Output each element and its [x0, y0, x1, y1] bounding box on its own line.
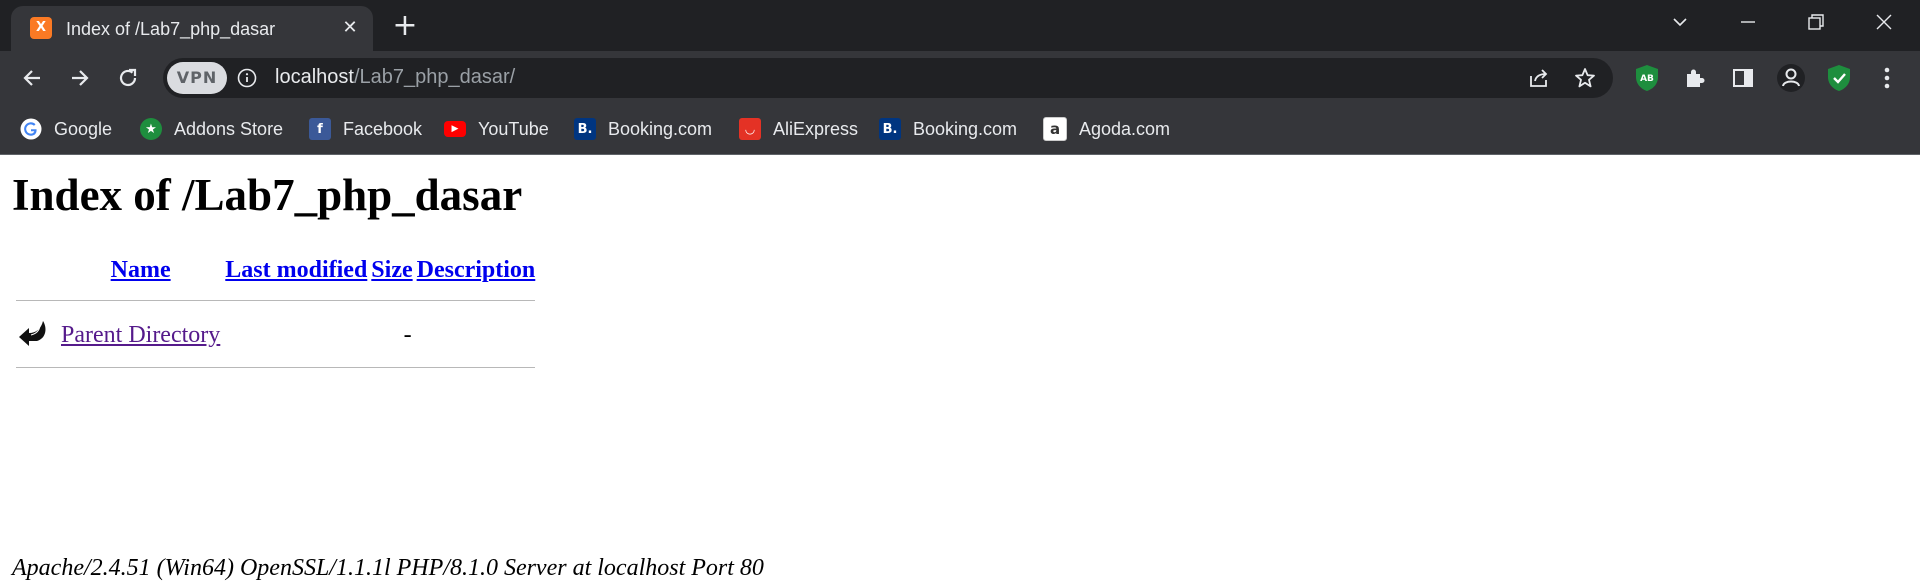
tab-search-icon[interactable] [1652, 0, 1708, 44]
browser-tab[interactable]: X Index of /Lab7_php_dasar ✕ [11, 6, 373, 51]
table-row: Parent Directory - [16, 313, 535, 355]
bookmarks-bar: Google ★ Addons Store f Facebook ▶ YouTu… [0, 104, 1920, 155]
name-column-header: Name [60, 257, 221, 284]
tab-title: Index of /Lab7_php_dasar [66, 19, 276, 39]
row-last-modified-cell [225, 313, 367, 355]
bookmark-aliexpress[interactable]: ◡ AliExpress [739, 114, 858, 144]
bookmark-label: Agoda.com [1079, 118, 1171, 139]
side-panel-icon[interactable] [1726, 61, 1760, 95]
row-icon-cell [16, 313, 56, 355]
close-window-icon[interactable] [1856, 0, 1912, 44]
vpn-button[interactable]: VPN [167, 62, 227, 94]
sort-by-size-link[interactable]: Size [371, 257, 412, 283]
bookmark-label: YouTube [478, 118, 549, 139]
minimize-icon[interactable] [1720, 0, 1776, 44]
last-modified-column-header: Last modified [225, 257, 367, 284]
url-host: localhost [275, 66, 354, 88]
back-arrow-icon [17, 321, 49, 353]
sort-by-description-link[interactable]: Description [417, 257, 536, 283]
close-tab-icon[interactable]: ✕ [337, 15, 363, 41]
address-bar[interactable]: VPN localhost/Lab7_php_dasar/ [163, 58, 1613, 98]
description-column-header: Description [417, 257, 536, 284]
google-icon [20, 118, 42, 140]
xampp-icon: X [30, 17, 52, 39]
youtube-icon: ▶ [444, 121, 466, 137]
tab-strip: X Index of /Lab7_php_dasar ✕ + [0, 0, 1920, 51]
sort-by-name-link[interactable]: Name [111, 257, 171, 283]
bookmark-star-icon[interactable] [1571, 64, 1599, 92]
size-column-header: Size [371, 257, 412, 284]
table-header-row: Name Last modified Size Description [16, 257, 536, 284]
bookmark-label: Booking.com [913, 118, 1018, 139]
facebook-icon: f [309, 118, 331, 140]
aliexpress-icon: ◡ [739, 118, 761, 140]
bookmark-label: AliExpress [773, 118, 859, 139]
reload-icon[interactable] [111, 61, 145, 95]
divider-row [16, 357, 536, 368]
divider [16, 367, 536, 368]
profile-icon[interactable] [1774, 61, 1808, 95]
bookmark-google[interactable]: Google [20, 114, 112, 144]
security-shield-icon[interactable] [1822, 61, 1856, 95]
back-icon[interactable] [15, 61, 49, 95]
bookmark-label: Facebook [343, 118, 423, 139]
bookmark-youtube[interactable]: ▶ YouTube [444, 114, 549, 144]
divider [16, 300, 536, 301]
adblock-icon[interactable]: AB [1630, 61, 1664, 95]
addons-store-icon: ★ [140, 118, 162, 140]
bookmark-facebook[interactable]: f Facebook [309, 114, 422, 144]
divider-row [16, 286, 536, 311]
row-description-cell [417, 313, 536, 355]
extensions-puzzle-icon[interactable] [1678, 61, 1712, 95]
site-info-icon[interactable] [237, 68, 257, 88]
forward-icon[interactable] [63, 61, 97, 95]
directory-listing-table: Name Last modified Size Description Pare… [12, 255, 539, 370]
url-path: /Lab7_php_dasar/ [353, 66, 516, 88]
row-name-cell: Parent Directory [60, 313, 221, 355]
booking-icon: B. [879, 118, 901, 140]
browser-toolbar: VPN localhost/Lab7_php_dasar/ AB [0, 51, 1920, 104]
row-size-cell: - [403, 322, 412, 348]
bookmark-booking-2[interactable]: B. Booking.com [879, 114, 1017, 144]
browser-menu-icon[interactable] [1870, 61, 1904, 95]
restore-icon[interactable] [1788, 0, 1844, 44]
sort-by-last-modified-link[interactable]: Last modified [225, 257, 367, 283]
agoda-icon: a [1043, 117, 1067, 141]
parent-directory-link[interactable]: Parent Directory [61, 322, 220, 348]
bookmark-addons-store[interactable]: ★ Addons Store [140, 114, 283, 144]
bookmark-label: Google [54, 118, 113, 139]
bookmark-booking[interactable]: B. Booking.com [574, 114, 712, 144]
icon-column-header [16, 257, 56, 284]
new-tab-icon[interactable]: + [390, 11, 420, 42]
bookmark-label: Booking.com [608, 118, 713, 139]
adblock-label: AB [1640, 74, 1654, 84]
bookmark-agoda[interactable]: a Agoda.com [1043, 114, 1170, 144]
page-title: Index of /Lab7_php_dasar [12, 170, 523, 220]
share-icon[interactable] [1525, 64, 1553, 92]
url-text[interactable]: localhost/Lab7_php_dasar/ [275, 66, 515, 89]
server-signature: Apache/2.4.51 (Win64) OpenSSL/1.1.1l PHP… [12, 555, 764, 581]
booking-icon: B. [574, 118, 596, 140]
bookmark-label: Addons Store [174, 118, 284, 139]
